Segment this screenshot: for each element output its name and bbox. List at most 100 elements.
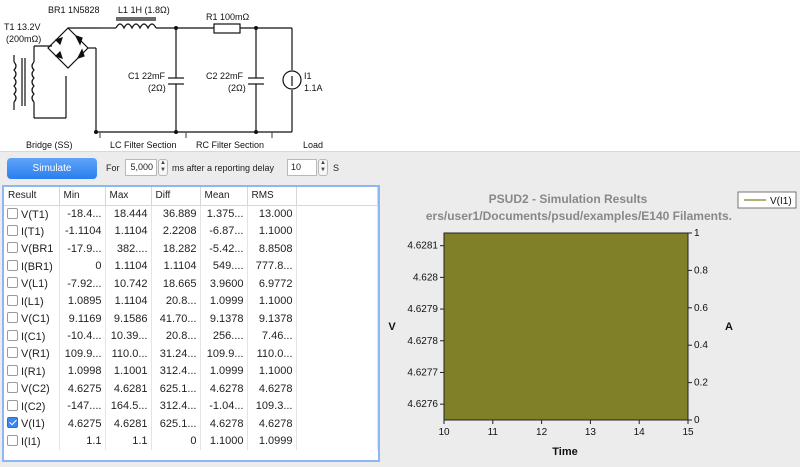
cell-diff: 2.2208: [151, 222, 201, 240]
table-row[interactable]: I(R1) 1.0998 1.1001 312.4... 1.0999 1.1000: [4, 362, 378, 380]
cell-min: -18.4...: [59, 205, 106, 223]
cell-max: 1.1104: [105, 257, 152, 275]
column-header[interactable]: Diff: [151, 187, 201, 206]
app-window: T1 13.2V (200mΩ) BR1 1N5828 L1 1H (1.8Ω)…: [0, 0, 800, 467]
cell-min: 1.0998: [59, 362, 106, 380]
result-name: I(R1): [21, 365, 46, 378]
cell-diff: 312.4...: [151, 362, 201, 380]
table-row[interactable]: V(T1) -18.4... 18.444 36.889 1.375... 13.000: [4, 205, 378, 223]
result-name-cell: I(I1): [4, 432, 60, 450]
cell-filler: [296, 310, 378, 328]
y-tick-label: 4.6281: [407, 241, 438, 252]
cell-max: 1.1104: [105, 292, 152, 310]
table-row[interactable]: I(I1) 1.1 1.1 0 1.1000 1.0999: [4, 432, 378, 450]
cell-max: 1.1001: [105, 362, 152, 380]
duration-field[interactable]: 5,000: [125, 159, 157, 176]
x-tick-label: 10: [438, 427, 450, 438]
plot-checkbox[interactable]: [7, 277, 18, 289]
cell-mean: 109.9...: [200, 345, 248, 363]
result-name-cell: I(C2): [4, 397, 60, 415]
result-name: V(I1): [21, 418, 45, 431]
chart-title: PSUD2 - Simulation Results: [489, 192, 648, 206]
column-header[interactable]: Result: [4, 187, 60, 206]
plot-checkbox[interactable]: [7, 207, 18, 219]
x-tick-label: 11: [488, 427, 499, 438]
cell-min: 109.9...: [59, 345, 106, 363]
plot-checkbox[interactable]: [7, 347, 18, 359]
cell-max: 1.1: [105, 432, 152, 450]
table-row[interactable]: V(C2) 4.6275 4.6281 625.1... 4.6278 4.6278: [4, 380, 378, 398]
cell-min: -1.1104: [59, 222, 106, 240]
table-row[interactable]: V(L1) -7.92... 10.742 18.665 3.9600 6.9772: [4, 275, 378, 293]
table-row[interactable]: V(I1) 4.6275 4.6281 625.1... 4.6278 4.6278: [4, 415, 378, 433]
plot-checkbox[interactable]: [7, 329, 18, 341]
column-header[interactable]: RMS: [247, 187, 297, 206]
y2-tick-label: 0.4: [694, 340, 708, 351]
plot-checkbox[interactable]: [7, 434, 18, 446]
result-name: V(L1): [21, 278, 48, 291]
plot-checkbox[interactable]: [7, 364, 18, 376]
cell-diff: 20.8...: [151, 327, 201, 345]
cell-rms: 7.46...: [247, 327, 297, 345]
inductor-label: L1 1H (1.8Ω): [118, 5, 170, 15]
cell-mean: 256....: [200, 327, 248, 345]
cell-min: 1.1: [59, 432, 106, 450]
table-row[interactable]: I(C1) -10.4... 10.39... 20.8... 256.... 7.46.…: [4, 327, 378, 345]
cell-mean: -6.87...: [200, 222, 248, 240]
table-row[interactable]: I(C2) -147.... 164.5... 312.4... -1.04... 109…: [4, 397, 378, 415]
resistor-label: R1 100mΩ: [206, 12, 250, 22]
plot-checkbox[interactable]: [7, 224, 18, 236]
result-name: I(L1): [21, 295, 44, 308]
cell-rms: 9.1378: [247, 310, 297, 328]
result-name-cell: I(R1): [4, 362, 60, 380]
cell-filler: [296, 240, 378, 258]
delay-field[interactable]: 10: [287, 159, 317, 176]
section-bridge-label: Bridge (SS): [26, 140, 73, 150]
column-header[interactable]: Min: [59, 187, 106, 206]
table-row[interactable]: I(T1) -1.1104 1.1104 2.2208 -6.87... 1.1000: [4, 222, 378, 240]
table-row[interactable]: V(BR1 -17.9... 382.... 18.282 -5.42... 8.8508: [4, 240, 378, 258]
plot-checkbox[interactable]: [7, 382, 18, 394]
cell-mean: 1.1000: [200, 432, 248, 450]
delay-stepper[interactable]: ▲ ▼: [318, 159, 328, 176]
chart-legend[interactable]: V(I1): [737, 191, 797, 209]
plot-checkbox[interactable]: [7, 312, 18, 324]
result-name: V(C1): [21, 313, 50, 326]
table-body: V(T1) -18.4... 18.444 36.889 1.375... 13.000 I…: [4, 205, 378, 450]
cell-rms: 1.1000: [247, 292, 297, 310]
chart-svg: PSUD2 - Simulation Results ers/user1/Doc…: [388, 191, 797, 458]
results-chart: PSUD2 - Simulation Results ers/user1/Doc…: [382, 185, 800, 467]
plot-checkbox[interactable]: [7, 259, 18, 271]
plot-checkbox[interactable]: [7, 294, 18, 306]
table-row[interactable]: I(BR1) 0 1.1104 1.1104 549.... 777.8...: [4, 257, 378, 275]
y-axis-label: V: [388, 321, 396, 333]
y2-tick-label: 0: [694, 415, 700, 426]
column-header[interactable]: Max: [105, 187, 152, 206]
plot-checkbox[interactable]: [7, 242, 18, 254]
cell-max: 4.6281: [105, 415, 152, 433]
cell-diff: 312.4...: [151, 397, 201, 415]
cell-rms: 1.1000: [247, 362, 297, 380]
cell-max: 382....: [105, 240, 152, 258]
cell-min: 4.6275: [59, 380, 106, 398]
plot-checkbox[interactable]: [7, 399, 18, 411]
column-header[interactable]: Mean: [200, 187, 248, 206]
cell-filler: [296, 397, 378, 415]
cell-diff: 36.889: [151, 205, 201, 223]
load-label: I1: [304, 71, 312, 81]
cell-min: 4.6275: [59, 415, 106, 433]
series-area-0: [443, 232, 689, 421]
table-row[interactable]: V(C1) 9.1169 9.1586 41.70... 9.1378 9.1378: [4, 310, 378, 328]
cell-rms: 1.1000: [247, 222, 297, 240]
simulate-button[interactable]: Simulate: [7, 158, 97, 179]
cell-diff: 0: [151, 432, 201, 450]
cell-rms: 4.6278: [247, 415, 297, 433]
section-rc-label: RC Filter Section: [196, 140, 265, 150]
duration-stepper[interactable]: ▲ ▼: [158, 159, 168, 176]
transformer-resistance: (200mΩ): [6, 34, 42, 44]
plot-checkbox[interactable]: [7, 417, 18, 429]
table-row[interactable]: I(L1) 1.0895 1.1104 20.8... 1.0999 1.1000: [4, 292, 378, 310]
table-row[interactable]: V(R1) 109.9... 110.0... 31.24... 109.9... 110…: [4, 345, 378, 363]
section-load-label: Load: [303, 140, 324, 150]
cell-filler: [296, 415, 378, 433]
